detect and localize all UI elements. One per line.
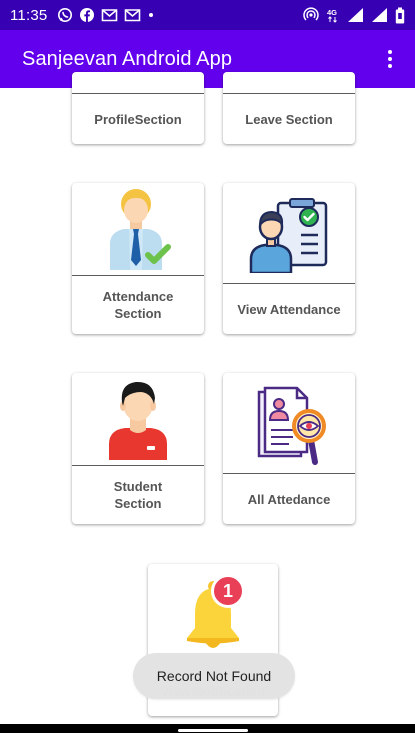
gmail-icon: [124, 8, 141, 22]
battery-icon: [395, 7, 405, 24]
leave-section-label: Leave Section: [245, 111, 333, 127]
status-bar: 11:35 4G: [0, 0, 415, 30]
document-search-icon: [223, 373, 355, 473]
view-attendance-card[interactable]: View Attendance: [223, 183, 355, 334]
view-attendance-label: View Attendance: [237, 301, 341, 317]
gmail-icon: [101, 8, 118, 22]
status-time: 11:35: [10, 6, 48, 24]
whatsapp-icon: [57, 7, 73, 23]
bell-icon: [148, 564, 278, 660]
leave-section-card[interactable]: Leave Section: [223, 72, 355, 144]
attendance-section-label: Attendance Section: [102, 289, 174, 321]
4g-icon: 4G: [326, 7, 340, 23]
home-gesture-handle[interactable]: [178, 729, 248, 732]
signal-icon: [347, 7, 364, 23]
app-title: Sanjeevan Android App: [22, 47, 233, 70]
checklist-user-icon: [223, 183, 355, 283]
toast-message: Record Not Found: [133, 653, 295, 699]
profile-section-card[interactable]: ProfileSection: [72, 72, 204, 144]
notification-badge: 1: [211, 574, 245, 608]
profile-section-label: ProfileSection: [94, 111, 182, 127]
student-section-label: Student Section: [113, 479, 163, 511]
teacher-check-icon: [72, 183, 204, 275]
overflow-menu-icon[interactable]: [375, 44, 405, 74]
student-section-card[interactable]: Student Section: [72, 373, 204, 524]
navigation-bar: [0, 724, 415, 733]
all-attendance-label: All Attedance: [247, 491, 331, 507]
attendance-section-card[interactable]: Attendance Section: [72, 183, 204, 334]
student-avatar-icon: [72, 373, 204, 465]
hotspot-icon: [303, 7, 319, 23]
svg-text:4G: 4G: [327, 8, 337, 17]
all-attendance-card[interactable]: All Attedance: [223, 373, 355, 524]
notification-dot-icon: [147, 11, 155, 19]
facebook-icon: [79, 7, 95, 23]
signal-icon: [371, 7, 388, 23]
